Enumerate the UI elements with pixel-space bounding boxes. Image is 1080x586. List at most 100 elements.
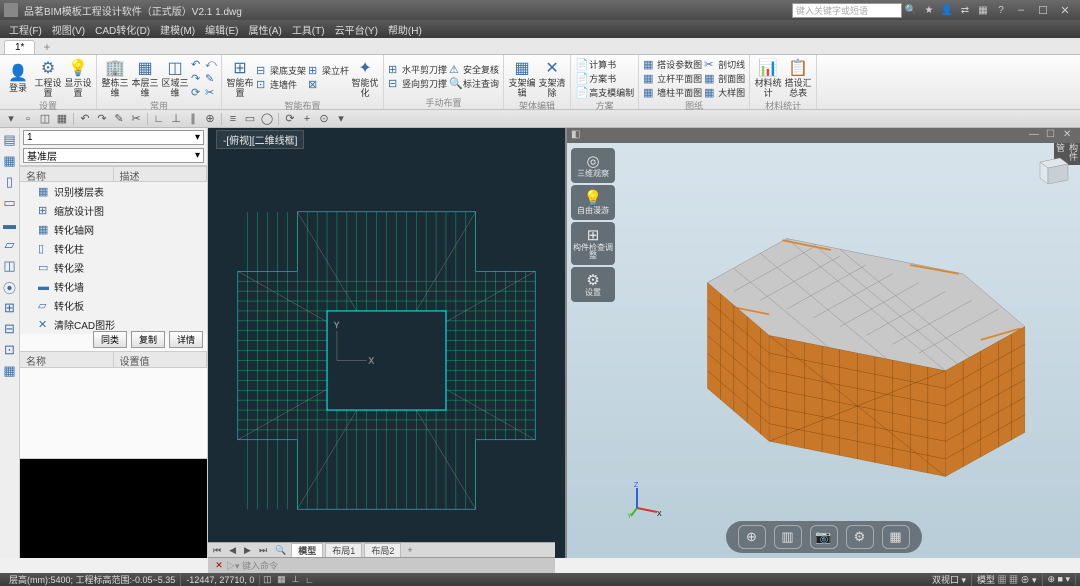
- qt-icon[interactable]: ≡: [226, 112, 240, 126]
- beam-bracket[interactable]: ⊟梁底支架: [256, 64, 306, 78]
- proj-settings-button[interactable]: ⚙工程设置: [34, 57, 62, 99]
- v3d-close-icon[interactable]: ✕: [1063, 129, 1076, 142]
- v3d-inspect-button[interactable]: ⊞构件检查调整: [571, 222, 615, 266]
- disp-settings-button[interactable]: 💡显示设置: [64, 57, 92, 99]
- v3d-min-icon[interactable]: —: [1029, 129, 1042, 142]
- qt-icon[interactable]: ✂: [129, 112, 143, 126]
- back-icon[interactable]: ⤺: [205, 57, 217, 71]
- qt-icon[interactable]: ↷: [95, 112, 109, 126]
- tree-item[interactable]: ▱转化板: [20, 296, 207, 315]
- qt-icon[interactable]: ▦: [55, 112, 69, 126]
- thumbnail-viewport[interactable]: [20, 458, 207, 558]
- qt-icon[interactable]: ▾: [334, 112, 348, 126]
- smart-layout-button[interactable]: ⊞智能布置: [226, 57, 254, 99]
- safety-check[interactable]: ⚠安全复核: [449, 63, 499, 77]
- qt-icon[interactable]: ▫: [21, 112, 35, 126]
- tab-layout2[interactable]: 布局2: [364, 543, 401, 558]
- snap-icon[interactable]: ∟: [302, 575, 316, 585]
- help-icon[interactable]: 🔍: [904, 3, 918, 17]
- v3d-gear-icon[interactable]: ⚙: [846, 525, 874, 549]
- ls-col-icon[interactable]: ▯: [2, 174, 18, 190]
- qt-icon[interactable]: ∥: [186, 112, 200, 126]
- menu-cad[interactable]: CAD转化(D): [90, 22, 155, 37]
- axis-gizmo[interactable]: X Y Z: [627, 482, 663, 518]
- ls-misc2-icon[interactable]: ⊟: [2, 321, 18, 337]
- qt-icon[interactable]: ✎: [112, 112, 126, 126]
- v3d-orbit-button[interactable]: ◎三维观察: [571, 148, 615, 183]
- smart-opt-button[interactable]: ✦智能优化: [351, 57, 379, 99]
- help2-icon[interactable]: ?: [994, 3, 1008, 17]
- new-tab-icon[interactable]: +: [37, 40, 56, 54]
- edit-icon[interactable]: ✎: [205, 71, 217, 85]
- status-viewport-mode[interactable]: 双视口 ▾: [927, 573, 972, 586]
- frame-clear-button[interactable]: ✕支架清除: [538, 57, 566, 99]
- wall-tie[interactable]: ⊡连墙件: [256, 78, 306, 92]
- refresh-icon[interactable]: ⟳: [191, 85, 203, 99]
- qt-icon[interactable]: ▭: [243, 112, 257, 126]
- qt-icon[interactable]: ⟳: [283, 112, 297, 126]
- file-tab[interactable]: 1*: [4, 40, 35, 54]
- cmd-close-icon[interactable]: ✕: [212, 560, 226, 571]
- qt-icon[interactable]: ◫: [38, 112, 52, 126]
- ls-layer-icon[interactable]: ▤: [2, 132, 18, 148]
- canvas-2d[interactable]: -[俯视][二维线框]: [208, 128, 565, 558]
- annot-query[interactable]: 🔍标注查询: [449, 77, 499, 91]
- tab-layout1[interactable]: 布局1: [325, 543, 362, 558]
- close-button[interactable]: ✕: [1054, 4, 1076, 17]
- status-extras[interactable]: ⊕ ■ ▾: [1043, 574, 1077, 585]
- section-line[interactable]: ✂剖切线: [704, 57, 745, 71]
- pole-plan[interactable]: ▦立杆平面图: [643, 71, 702, 85]
- tree-item[interactable]: ▬转化墙: [20, 277, 207, 296]
- menu-cloud[interactable]: 云平台(Y): [330, 22, 383, 37]
- viewport-3d[interactable]: ◧ — ☐ ✕ 构件管 ◎三维观察 💡自由漫游 ⊞构件检查调整 ⚙设置: [565, 128, 1080, 558]
- floor-dropdown[interactable]: 1▾: [23, 130, 204, 145]
- frame-edit-button[interactable]: ▦支架编辑: [508, 57, 536, 99]
- h-bracing[interactable]: ⊞水平剪刀撑: [388, 63, 447, 77]
- ls-door-icon[interactable]: ◫: [2, 258, 18, 274]
- v3d-globe-icon[interactable]: ⊕: [738, 525, 766, 549]
- v3d-roam-button[interactable]: 💡自由漫游: [571, 185, 615, 220]
- minimize-button[interactable]: –: [1010, 4, 1032, 17]
- ls-grid-icon[interactable]: ▦: [2, 153, 18, 169]
- search-input[interactable]: 键入关键字或短语: [792, 3, 902, 18]
- login-button[interactable]: 👤登录: [4, 62, 32, 94]
- tab-next-icon[interactable]: ▶: [241, 545, 254, 556]
- grid-icon[interactable]: ▦: [976, 3, 990, 17]
- ls-misc4-icon[interactable]: ▦: [2, 363, 18, 379]
- menu-model[interactable]: 建模(M): [155, 22, 200, 37]
- tree-item[interactable]: ▦识别楼层表: [20, 182, 207, 201]
- cut-icon[interactable]: ✂: [205, 85, 217, 99]
- qt-icon[interactable]: +: [300, 112, 314, 126]
- ls-slab-icon[interactable]: ▱: [2, 237, 18, 253]
- qt-icon[interactable]: ⊙: [317, 112, 331, 126]
- tab-last-icon[interactable]: ⏭: [256, 545, 270, 556]
- maximize-button[interactable]: ☐: [1032, 4, 1054, 17]
- ls-misc3-icon[interactable]: ⊡: [2, 342, 18, 358]
- menu-attr[interactable]: 属性(A): [243, 22, 286, 37]
- area-3d-button[interactable]: ◫区域三维: [161, 57, 189, 99]
- ls-beam-icon[interactable]: ▭: [2, 195, 18, 211]
- qt-icon[interactable]: ⊕: [203, 112, 217, 126]
- redo-icon[interactable]: ↷: [191, 71, 203, 85]
- qt-icon[interactable]: ↶: [78, 112, 92, 126]
- v3d-camera-icon[interactable]: 📷: [810, 525, 838, 549]
- whole-3d-button[interactable]: 🏢整栋三维: [101, 57, 129, 99]
- section-dwg[interactable]: ▦剖面图: [704, 71, 745, 85]
- status-model-mode[interactable]: 模型 ▦ ▦ ⊕ ▾: [972, 573, 1043, 586]
- star-icon[interactable]: ★: [922, 3, 936, 17]
- undo-icon[interactable]: ↶: [191, 57, 203, 71]
- tree-item[interactable]: ⊞缩放设计图: [20, 201, 207, 220]
- plan-book[interactable]: 📄方案书: [575, 71, 634, 85]
- high-support[interactable]: 📄高支模编制: [575, 85, 634, 99]
- tree-item[interactable]: ▯转化柱: [20, 239, 207, 258]
- calc-book[interactable]: 📄计算书: [575, 57, 634, 71]
- tree-item[interactable]: ▭转化梁: [20, 258, 207, 277]
- material-stats-button[interactable]: 📊材料统计: [754, 57, 782, 99]
- v3d-grid-icon[interactable]: ▥: [774, 525, 802, 549]
- copy-button[interactable]: 复制: [131, 331, 165, 348]
- qt-icon[interactable]: ⊥: [169, 112, 183, 126]
- detail-dwg[interactable]: ▦大样图: [704, 85, 745, 99]
- beam-pole[interactable]: ⊞梁立杆: [308, 64, 349, 78]
- tab-add-icon[interactable]: +: [403, 545, 416, 555]
- param-dwg[interactable]: ▦搭设参数图: [643, 57, 702, 71]
